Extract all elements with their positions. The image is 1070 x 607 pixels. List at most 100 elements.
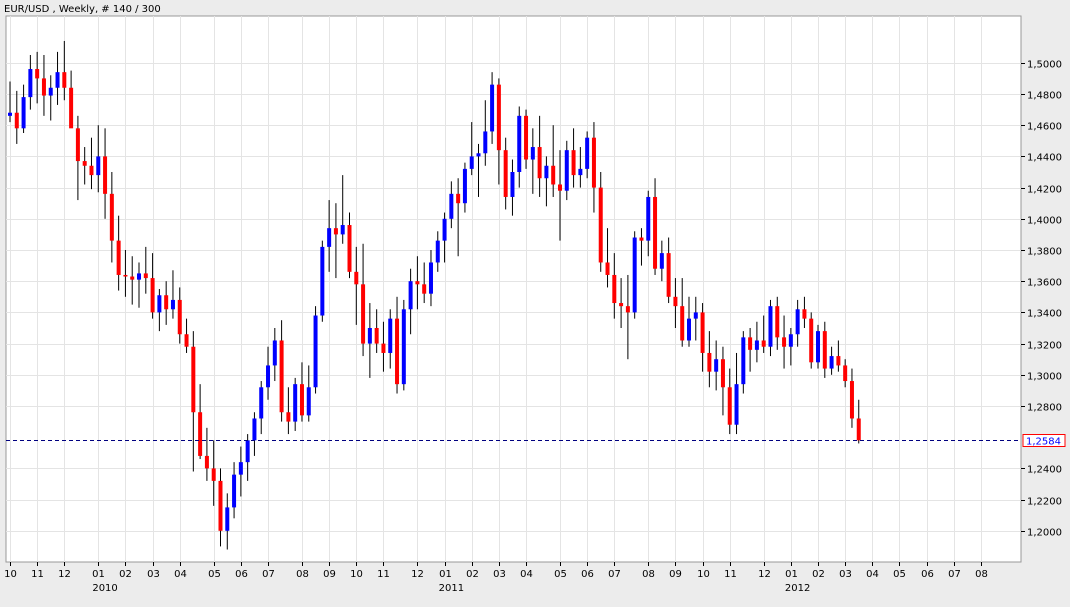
candle-body-up (442, 218, 447, 241)
candle-body-down (748, 337, 753, 350)
candle-body-down (123, 274, 128, 277)
candle-body-up (469, 156, 474, 169)
candle-body-up (225, 507, 230, 531)
month-tick-label: 03 (147, 569, 160, 580)
candle-body-down (836, 356, 841, 366)
candle-body-down (35, 69, 40, 79)
candle-body-down (198, 412, 203, 456)
candle-body-up (687, 318, 691, 341)
candle-body-up (28, 69, 33, 98)
candle-body-down (218, 480, 223, 531)
candle-body-down (143, 273, 148, 279)
candle-body-up (632, 237, 637, 313)
candle-body-down (503, 150, 508, 197)
candle-body-up (754, 340, 759, 350)
candle-body-up (510, 172, 515, 197)
candle-body-down (82, 161, 87, 166)
candle-body-up (483, 131, 488, 154)
month-tick-label: 06 (235, 569, 248, 580)
price-tick-label: 1,3000 (1027, 372, 1062, 383)
candle-body-down (537, 147, 542, 179)
candle-body-down (62, 72, 67, 88)
month-tick-label: 12 (58, 569, 71, 580)
month-tick-label: 08 (642, 569, 655, 580)
candle-body-up (293, 384, 298, 422)
candle-body-down (598, 187, 603, 263)
price-tick-label: 1,2800 (1027, 403, 1062, 414)
candle-body-down (612, 274, 617, 304)
candle-body-up (55, 72, 60, 88)
candle-body-up (449, 193, 454, 219)
plot-area[interactable] (5, 15, 1022, 563)
candle-body-up (788, 334, 793, 347)
candle-body-up (48, 87, 53, 96)
candle-body-down (89, 165, 94, 176)
candle-body-up (490, 84, 495, 132)
candle-body-down (700, 312, 705, 353)
month-tick-label: 08 (975, 569, 988, 580)
month-tick-label: 06 (921, 569, 934, 580)
price-tick-label: 1,3200 (1027, 341, 1062, 352)
candle[interactable] (632, 231, 637, 319)
month-tick-label: 02 (119, 569, 132, 580)
candle-body-down (333, 228, 338, 235)
candle-body-up (170, 299, 175, 310)
candle[interactable] (816, 324, 821, 369)
candle-body-down (347, 225, 352, 272)
candle[interactable] (320, 240, 325, 322)
candle-body-down (680, 306, 685, 341)
candle-body-up (795, 309, 800, 335)
candle-body-down (191, 346, 196, 413)
candle-body-down (130, 276, 135, 280)
candle-body-down (299, 384, 304, 416)
candle-body-down (591, 137, 596, 188)
candle-body-down (557, 184, 562, 191)
price-tick-label: 1,4200 (1027, 185, 1062, 196)
candle-body-down (727, 387, 732, 425)
candle-body-down (456, 193, 461, 204)
candle-body-up (232, 474, 237, 508)
candle-body-down (822, 331, 827, 369)
candle-body-up (428, 262, 433, 294)
price-tick-label: 1,3600 (1027, 278, 1062, 289)
candle-body-up (313, 315, 318, 388)
month-tick-label: 07 (948, 569, 961, 580)
candle-body-down (856, 418, 861, 441)
candle[interactable] (313, 306, 318, 394)
candle-body-up (693, 312, 698, 319)
month-tick-label: 03 (493, 569, 506, 580)
candle-body-down (720, 359, 725, 388)
candle-body-up (367, 328, 372, 344)
candle-body-down (354, 271, 359, 285)
candle-body-up (476, 153, 481, 157)
candle-body-down (653, 196, 658, 269)
candle-body-up (266, 365, 271, 388)
month-tick-label: 01 (785, 569, 798, 580)
month-tick-label: 05 (208, 569, 221, 580)
candle-body-down (164, 295, 169, 310)
month-tick-label: 03 (839, 569, 852, 580)
month-tick-label: 10 (4, 569, 17, 580)
candle[interactable] (809, 312, 814, 369)
candle-body-down (666, 253, 671, 297)
month-tick-label: 02 (466, 569, 479, 580)
candle-body-down (109, 193, 114, 241)
candle-body-down (395, 318, 400, 385)
candle[interactable] (401, 299, 406, 391)
month-tick-label: 04 (520, 569, 533, 580)
candle-body-down (177, 299, 182, 335)
candle-body-up (137, 273, 142, 280)
price-chart[interactable]: 1,2584 1,2000 1,2200 1,2400 1,2800 1,3000 1,3… (0, 0, 1070, 602)
candle-body-up (462, 168, 467, 204)
candle-body-down (374, 328, 379, 344)
candle-body-down (809, 318, 814, 363)
candle-body-up (245, 440, 250, 463)
year-label: 2012 (785, 583, 810, 594)
month-tick-label: 11 (724, 569, 737, 580)
chart-title: EUR/USD , Weekly, # 140 / 300 (4, 4, 161, 15)
price-tick-label: 1,4600 (1027, 122, 1062, 133)
candle-body-up (388, 318, 393, 353)
candle-body-down (707, 352, 712, 372)
candle-body-up (768, 306, 773, 347)
candle-body-up (829, 356, 834, 369)
